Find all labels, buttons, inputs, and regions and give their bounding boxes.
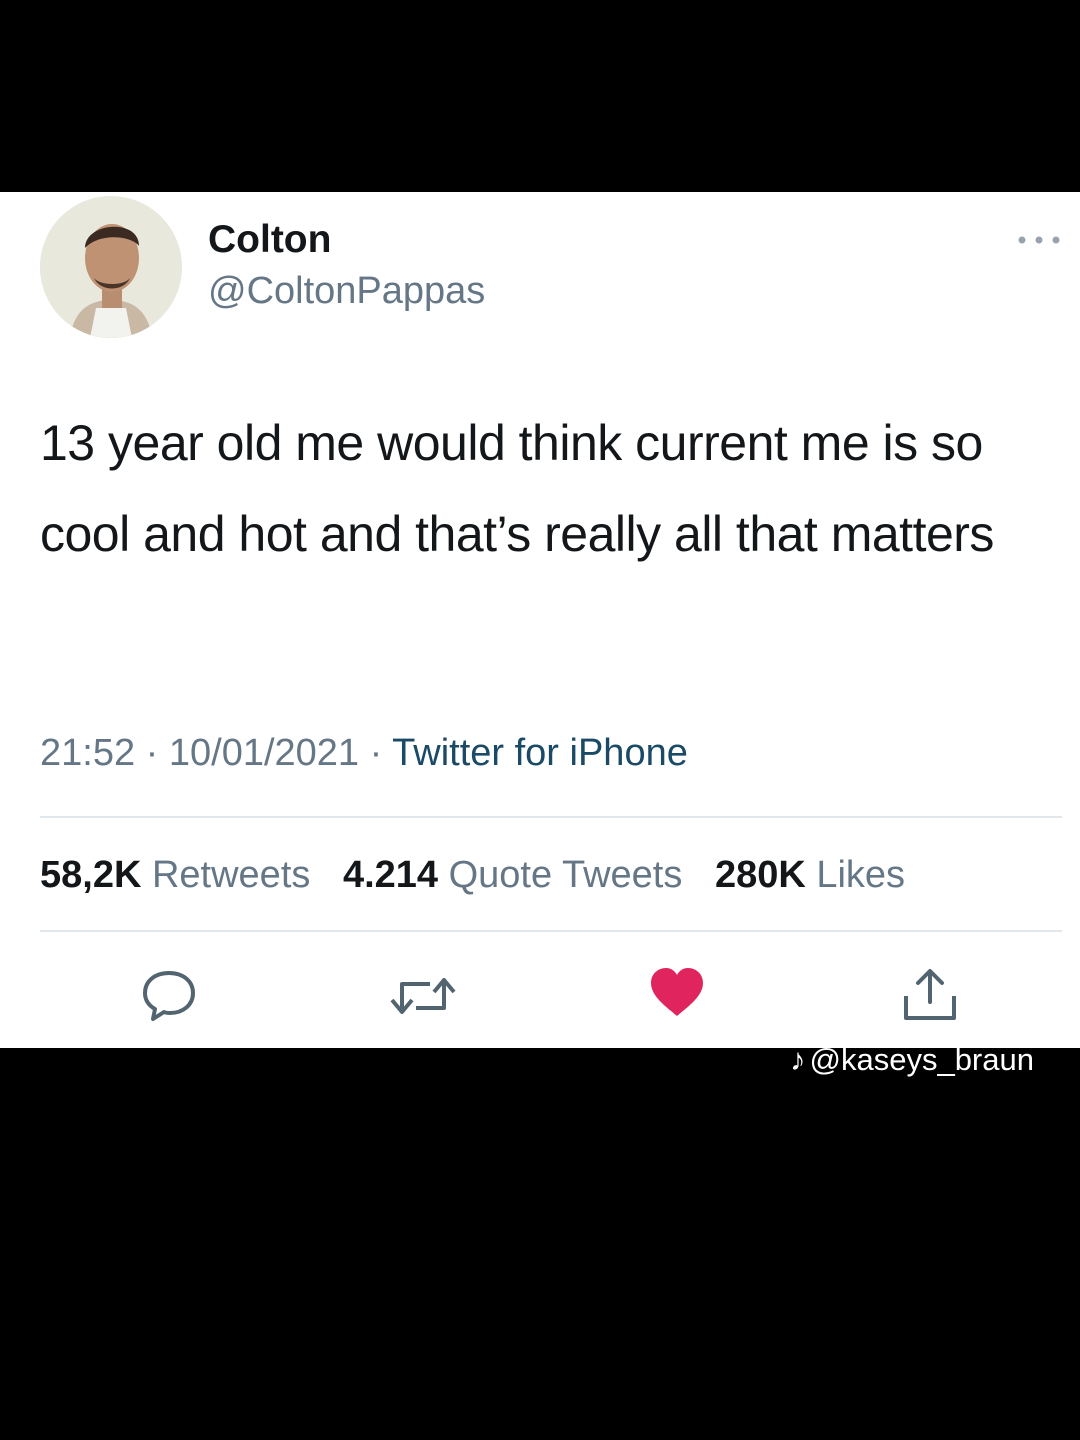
user-handle[interactable]: @ColtonPappas [208, 270, 485, 313]
heart-icon[interactable] [648, 966, 706, 1018]
share-icon[interactable] [900, 966, 960, 1024]
divider [40, 930, 1062, 932]
tiktok-watermark: ♪ @kaseys_braun [790, 1042, 1034, 1078]
avatar[interactable] [40, 196, 182, 338]
tweet-text: 13 year old me would think current me is… [40, 415, 994, 562]
tweet-time: 21:52 [40, 732, 136, 774]
display-name[interactable]: Colton [208, 218, 331, 262]
meta-separator: · [369, 732, 393, 774]
tweet-stats: 58,2K Retweets 4.214 Quote Tweets 280K L… [40, 854, 927, 897]
tweet-date: 10/01/2021 [168, 732, 360, 774]
quote-tweets-stat[interactable]: 4.214 Quote Tweets [343, 854, 682, 896]
retweets-stat[interactable]: 58,2K Retweets [40, 854, 310, 896]
quote-tweets-count: 4.214 [342, 854, 439, 896]
avatar-image [40, 196, 182, 338]
quote-tweets-label: Quote Tweets [448, 854, 683, 896]
retweet-icon[interactable] [388, 970, 458, 1022]
likes-label: Likes [816, 854, 906, 896]
retweets-count: 58,2K [40, 854, 142, 896]
watermark-handle: @kaseys_braun [809, 1042, 1034, 1077]
tiktok-icon: ♪ [790, 1042, 806, 1077]
retweets-label: Retweets [151, 854, 311, 896]
likes-count: 280K [714, 854, 806, 896]
tweet-meta: 21:52 · 10/01/2021 · Twitter for iPhone [40, 732, 688, 775]
likes-stat[interactable]: 280K Likes [715, 854, 905, 896]
meta-separator: · [145, 732, 169, 774]
more-icon[interactable] [1016, 230, 1062, 250]
reply-icon[interactable] [140, 968, 198, 1024]
tweet-card: Colton @ColtonPappas 13 year old me woul… [0, 192, 1080, 1048]
divider [40, 816, 1062, 818]
tweet-source[interactable]: Twitter for iPhone [392, 732, 688, 774]
